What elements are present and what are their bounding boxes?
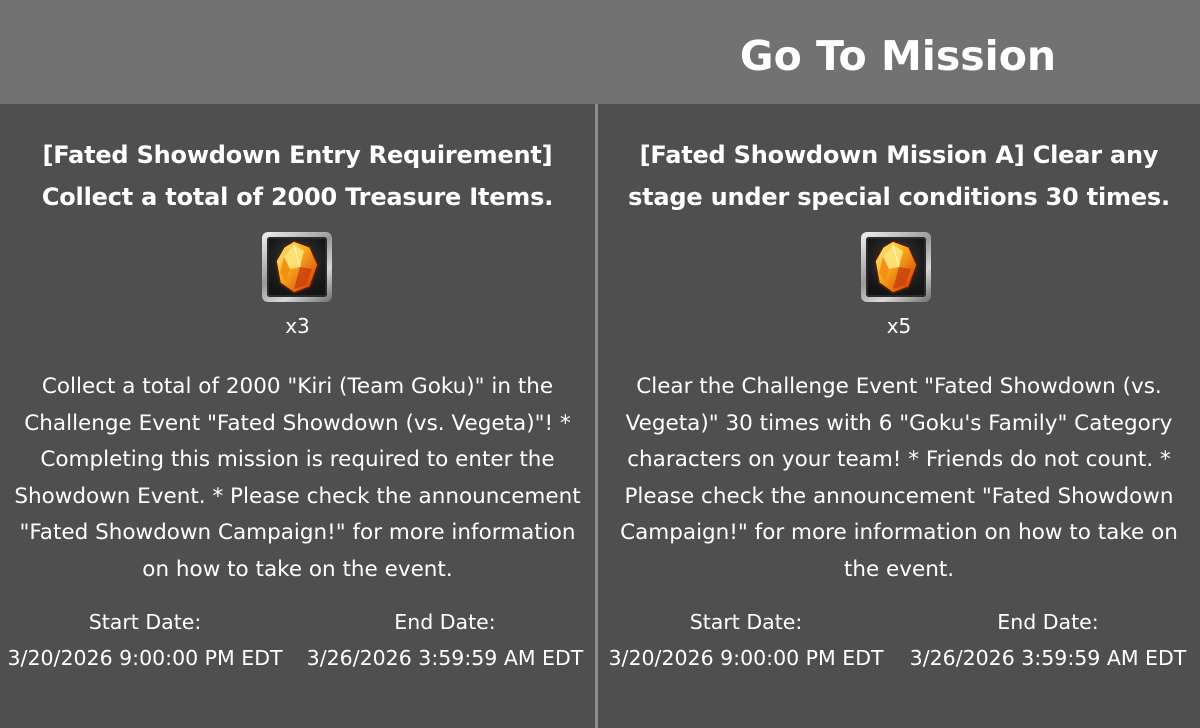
end-date-value: 3/26/2026 3:59:59 AM EDT [306,646,584,670]
end-date-block: End Date: 3/26/2026 3:59:59 AM EDT [903,604,1193,676]
header-bar: Go To Mission [0,0,1200,104]
mission-title: [Fated Showdown Entry Requirement] Colle… [41,141,554,211]
end-date-label: End Date: [997,610,1099,634]
reward-item-frame [861,232,931,302]
end-date-label: End Date: [394,610,496,634]
orange-crystal-icon [275,240,319,294]
start-date-label: Start Date: [689,610,803,634]
start-date-block: Start Date: 3/20/2026 9:00:00 PM EDT [601,604,891,676]
start-date-label: Start Date: [88,610,202,634]
start-date-value: 3/20/2026 9:00:00 PM EDT [608,646,884,670]
end-date-value: 3/26/2026 3:59:59 AM EDT [909,646,1187,670]
orange-crystal-icon [874,240,918,294]
go-to-mission-link[interactable]: Go To Mission [598,28,1198,84]
reward-quantity: x3 [285,314,310,338]
mission-description: Collect a total of 2000 "Kiri (Team Goku… [14,374,581,582]
reward-quantity: x5 [886,314,912,338]
mission-card-mission-a: [Fated Showdown Mission A] Clear any sta… [598,104,1200,728]
mission-title: [Fated Showdown Mission A] Clear any sta… [628,141,1170,211]
reward-item-frame [262,232,332,302]
mission-card-entry-requirement: [Fated Showdown Entry Requirement] Colle… [0,104,595,728]
start-date-value: 3/20/2026 9:00:00 PM EDT [7,646,283,670]
mission-description: Clear the Challenge Event "Fated Showdow… [620,374,1178,582]
start-date-block: Start Date: 3/20/2026 9:00:00 PM EDT [0,604,290,676]
end-date-block: End Date: 3/26/2026 3:59:59 AM EDT [300,604,590,676]
